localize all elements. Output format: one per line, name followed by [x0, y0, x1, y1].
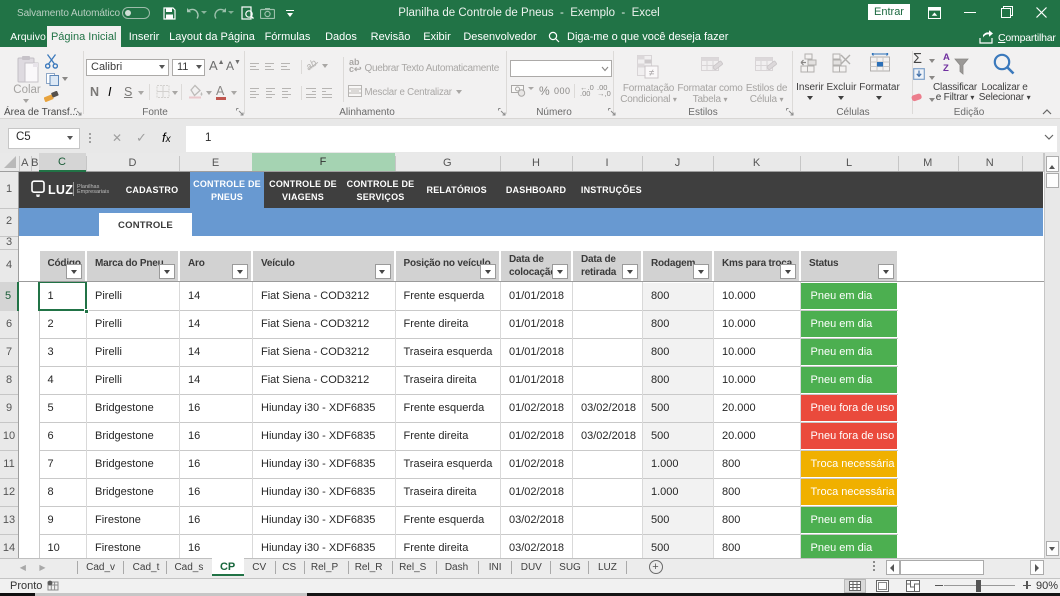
svg-text:≠: ≠	[649, 68, 655, 79]
